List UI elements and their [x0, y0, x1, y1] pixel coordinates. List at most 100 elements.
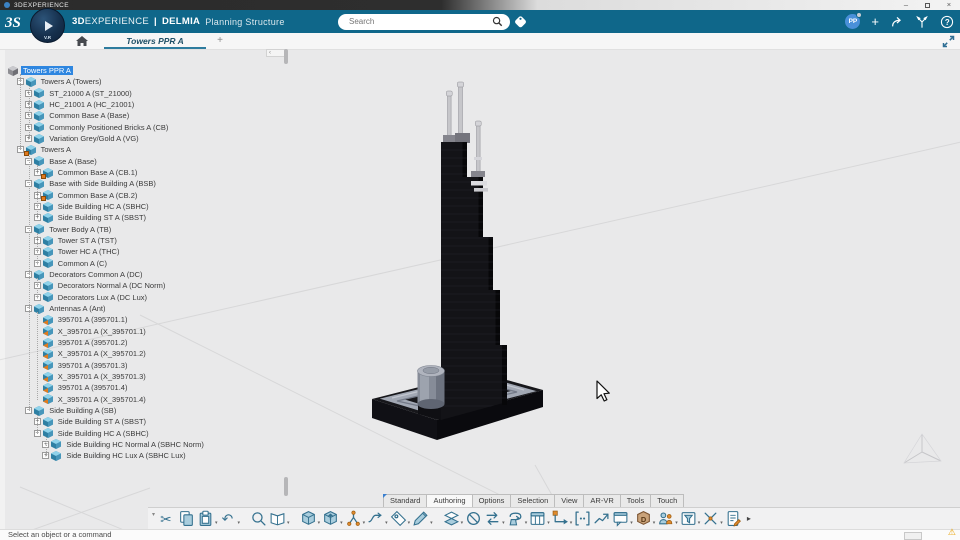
undo-tool-button[interactable]: ↶ ▾ [220, 510, 241, 527]
maximize-button[interactable] [925, 2, 930, 8]
people-dropdown-arrow[interactable]: ▾ [675, 519, 678, 527]
tree-item[interactable]: + Common A (C) [6, 258, 284, 269]
tree-item-label[interactable]: HC_21001 A (HC_21001) [47, 100, 136, 109]
cut-tool-button[interactable]: ✂ [159, 510, 176, 527]
compass-menu-icon[interactable] [915, 15, 929, 29]
tree-item[interactable]: + HC_21001 A (HC_21001) [6, 99, 284, 110]
tree-item[interactable]: − Side Building HC A (SBHC) [6, 428, 284, 439]
tree-item[interactable]: + Decorators Normal A (DC Norm) [6, 280, 284, 291]
user-avatar[interactable]: PP [845, 12, 863, 29]
tree-item[interactable]: + Variation Grey/Gold A (VG) [6, 133, 284, 144]
table-window-tool-button[interactable]: ▾ [529, 510, 550, 527]
edit-tool-button[interactable]: ▾ [412, 510, 433, 527]
ribbon-tab-authoring[interactable]: Authoring [426, 494, 473, 507]
tools-x-tool-button[interactable]: ▾ [702, 510, 723, 527]
chat-window-dropdown-arrow[interactable]: ▾ [630, 519, 633, 527]
connector-dropdown-arrow[interactable]: ▾ [570, 519, 573, 527]
search-input[interactable] [338, 17, 492, 26]
search-icon[interactable] [492, 16, 503, 27]
tree-item[interactable]: + Side Building HC Lux A (SBHC Lux) [6, 450, 284, 461]
tools-x-dropdown-arrow[interactable]: ▾ [720, 519, 723, 527]
tree-item-label[interactable]: Antennas A (Ant) [47, 304, 107, 313]
tab-towers-ppr-a[interactable]: Towers PPR A [100, 33, 210, 50]
link-tool-button[interactable]: ▾ [390, 510, 411, 527]
tree-item[interactable]: + Side Building ST A (SBST) [6, 416, 284, 427]
toolbar-collapse-button[interactable]: ▾ [152, 511, 155, 518]
tree-item[interactable]: + Side Building ST A (SBST) [6, 212, 284, 223]
minimize-button[interactable]: – [895, 0, 917, 10]
tree-item[interactable]: X_395701 A (X_395701.4) [6, 394, 284, 405]
tree-item-label[interactable]: Base A (Base) [47, 157, 99, 166]
tree-item-label[interactable]: Towers A [39, 145, 73, 154]
tree-item[interactable]: + Tower ST A (TST) [6, 235, 284, 246]
tree-item-label[interactable]: Side Building HC Lux A (SBHC Lux) [64, 451, 187, 460]
tree-item[interactable]: 395701 A (395701.2) [6, 337, 284, 348]
ribbon-tab-view[interactable]: View [554, 494, 585, 507]
tree-item-label[interactable]: Decorators Normal A (DC Norm) [56, 281, 168, 290]
insert-existing-tool-button[interactable]: ▾ [322, 510, 343, 527]
loop-tool-button[interactable]: ▾ [507, 510, 528, 527]
tree-item-label[interactable]: Tower Body A (TB) [47, 225, 113, 234]
tree-item-label[interactable]: Tower HC A (THC) [56, 247, 122, 256]
edit-dropdown-arrow[interactable]: ▾ [430, 519, 433, 527]
graph-dropdown-arrow[interactable]: ▾ [363, 519, 366, 527]
table-window-dropdown-arrow[interactable]: ▾ [547, 519, 550, 527]
copy-tool-button[interactable] [178, 510, 195, 527]
tree-item-label[interactable]: Common A (C) [56, 259, 109, 268]
tree-item-label[interactable]: X_395701 A (X_395701.3) [56, 372, 148, 381]
tree-item[interactable]: − Decorators Common A (DC) [6, 269, 284, 280]
ribbon-tab-touch[interactable]: Touch [650, 494, 685, 507]
tree-item-label[interactable]: Common Base A (Base) [47, 111, 131, 120]
sequence-tool-button[interactable] [593, 510, 610, 527]
tree-scroll-left-arrow[interactable]: ‹ [266, 49, 285, 57]
new-tab-button[interactable]: + [212, 33, 228, 50]
ribbon-tab-standard[interactable]: Standard [383, 494, 428, 507]
tree-item-label[interactable]: Side Building ST A (SBST) [56, 213, 148, 222]
paste-dropdown-arrow[interactable]: ▾ [215, 519, 218, 527]
layers-dropdown-arrow[interactable]: ▾ [461, 519, 464, 527]
tree-item[interactable]: + Side Building HC Normal A (SBHC Norm) [6, 439, 284, 450]
catalog-tool-button[interactable]: ▾ [269, 510, 290, 527]
tree-item-label[interactable]: X_395701 A (X_395701.2) [56, 349, 148, 358]
tree-item-label[interactable]: ST_21000 A (ST_21000) [47, 89, 134, 98]
toolbar-overflow-button[interactable]: ▸ [747, 514, 751, 523]
tree-item[interactable]: + Common Base A (CB.1) [6, 167, 284, 179]
search-tool-button[interactable] [250, 510, 267, 527]
tree-item-label[interactable]: Common Base A (CB.2) [56, 191, 140, 200]
tree-item[interactable]: − Base A (Base) [6, 156, 284, 167]
graph-tool-button[interactable]: ▾ [345, 510, 366, 527]
cube-d-tool-button[interactable]: D ▾ [635, 510, 655, 527]
report-tool-button[interactable] [725, 510, 742, 527]
tree-item-label[interactable]: 395701 A (395701.1) [56, 315, 130, 324]
tree-item-label[interactable]: Side Building HC Normal A (SBHC Norm) [64, 440, 206, 449]
tag-icon[interactable] [512, 13, 529, 30]
link-dropdown-arrow[interactable]: ▾ [408, 519, 411, 527]
app-compass-icon[interactable]: V.R [30, 8, 65, 43]
tree-item[interactable]: X_395701 A (X_395701.2) [6, 348, 284, 359]
share-icon[interactable] [890, 15, 904, 29]
flow-tool-button[interactable]: ▾ [367, 510, 388, 527]
tree-item-label[interactable]: Towers PPR A [21, 66, 73, 76]
ribbon-tab-ar-vr[interactable]: AR-VR [583, 494, 621, 507]
tree-item[interactable]: + Tower HC A (THC) [6, 246, 284, 257]
ribbon-tab-options[interactable]: Options [471, 494, 512, 507]
connector-tool-button[interactable]: ▾ [552, 510, 573, 527]
flow-dropdown-arrow[interactable]: ▾ [385, 519, 388, 527]
close-button[interactable]: × [938, 0, 960, 10]
ribbon-tab-selection[interactable]: Selection [510, 494, 556, 507]
insert-existing-dropdown-arrow[interactable]: ▾ [340, 519, 343, 527]
loop-dropdown-arrow[interactable]: ▾ [525, 519, 528, 527]
help-icon[interactable]: ? [940, 15, 954, 29]
tree-item[interactable]: 395701 A (395701.3) [6, 360, 284, 371]
undo-dropdown-arrow[interactable]: ▾ [238, 519, 241, 527]
tree-vscroll-thumb-top[interactable] [284, 49, 288, 64]
catalog-dropdown-arrow[interactable]: ▾ [287, 519, 290, 527]
tree-item[interactable]: Towers PPR A [6, 65, 284, 76]
tree-item-label[interactable]: Decorators Lux A (DC Lux) [56, 293, 149, 302]
product-cube-dropdown-arrow[interactable]: ▾ [318, 519, 321, 527]
layers-tool-button[interactable]: ▾ [443, 510, 464, 527]
tree-item[interactable]: X_395701 A (X_395701.3) [6, 371, 284, 382]
paste-tool-button[interactable]: ▾ [197, 510, 218, 527]
tree-item[interactable]: − Base with Side Building A (BSB) [6, 178, 284, 189]
tree-item-label[interactable]: X_395701 A (X_395701.4) [56, 395, 148, 404]
